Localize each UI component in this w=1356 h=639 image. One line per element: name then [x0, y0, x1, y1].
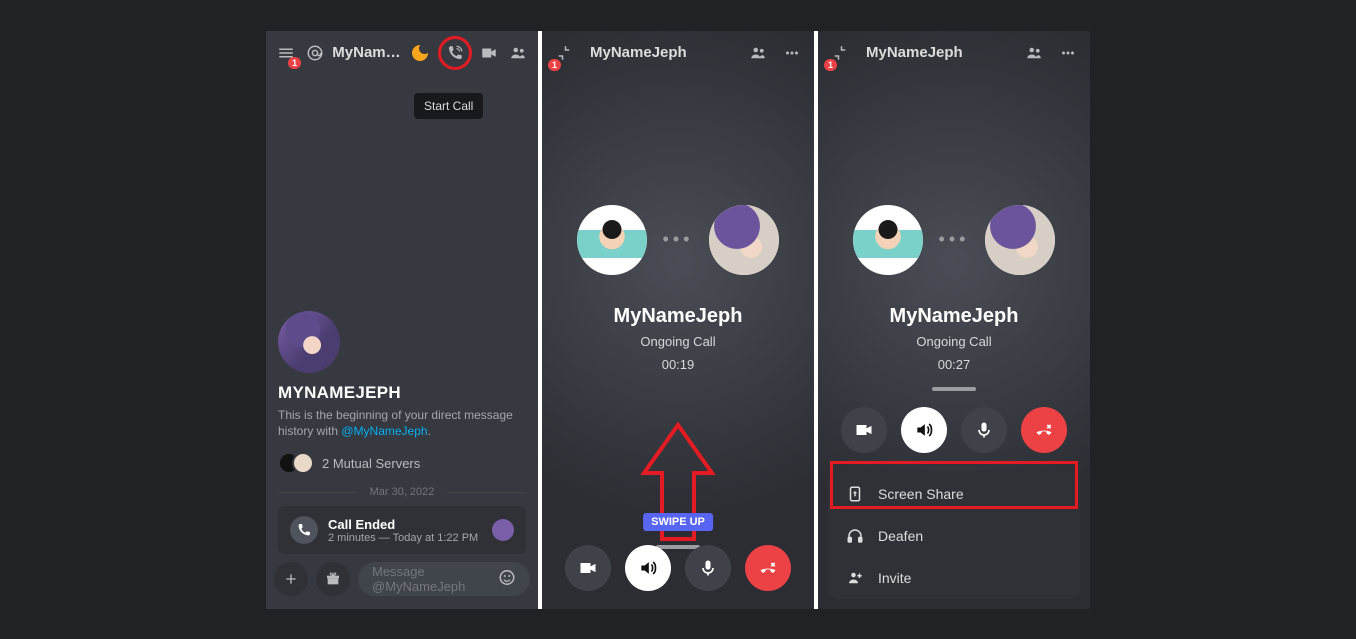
participant-avatar [577, 205, 647, 275]
gift-button[interactable] [316, 562, 350, 596]
participant-avatar [853, 205, 923, 275]
call-avatars: ••• [818, 205, 1090, 275]
headphones-icon [846, 527, 864, 545]
deafen-label: Deafen [878, 528, 923, 544]
start-call-tooltip: Start Call [414, 93, 483, 119]
screen-share-row[interactable]: Screen Share [828, 473, 1080, 515]
speaker-button[interactable] [625, 545, 671, 591]
dm-body: MYNAMEJEPH This is the beginning of your… [278, 311, 526, 551]
minimize-button[interactable]: 1 [550, 39, 578, 67]
end-call-button[interactable] [1021, 407, 1067, 453]
end-call-button[interactable] [745, 545, 791, 591]
members-button[interactable] [1020, 39, 1048, 67]
phone-icon [290, 516, 318, 544]
invite-icon [846, 569, 864, 587]
call-title: MyNameJeph [866, 44, 963, 61]
swipe-up-label: SWIPE UP [643, 513, 713, 531]
username-heading: MYNAMEJEPH [278, 383, 526, 403]
call-ended-sub: 2 minutes — Today at 1:22 PM [328, 532, 478, 544]
user-mention[interactable]: @MyNameJeph [341, 424, 427, 438]
screen-share-label: Screen Share [878, 486, 964, 502]
caller-avatar-small [492, 519, 514, 541]
call-status: Ongoing Call [818, 334, 1090, 349]
call-duration: 00:27 [818, 357, 1090, 372]
call-status: Ongoing Call [542, 334, 814, 349]
server-avatar-stack [278, 452, 314, 474]
channel-title: MyNameJ… [332, 44, 402, 61]
call-avatars: ••• [542, 205, 814, 275]
camera-button[interactable] [841, 407, 887, 453]
speaker-button[interactable] [901, 407, 947, 453]
deafen-row[interactable]: Deafen [828, 515, 1080, 557]
minimize-button[interactable]: 1 [826, 39, 854, 67]
call-panel: 1 MyNameJeph ••• MyNameJeph Ongoing Call… [542, 31, 814, 609]
menu-button[interactable]: 1 [274, 39, 297, 67]
more-button[interactable] [778, 39, 806, 67]
call-ended-title: Call Ended [328, 517, 478, 532]
call-peer-name: MyNameJeph [542, 305, 814, 328]
call-duration: 00:19 [542, 357, 814, 372]
members-button[interactable] [744, 39, 772, 67]
notification-badge: 1 [548, 59, 561, 71]
video-call-button[interactable] [478, 39, 501, 67]
call-panel-sheet: 1 MyNameJeph ••• MyNameJeph Ongoing Call… [818, 31, 1090, 609]
attach-button[interactable] [274, 562, 308, 596]
topbar: 1 MyNameJ… [266, 31, 538, 75]
invite-label: Invite [878, 570, 911, 586]
grab-handle[interactable] [932, 387, 976, 391]
call-controls [818, 407, 1090, 453]
call-controls [542, 545, 814, 591]
notification-badge: 1 [288, 57, 301, 69]
participant-avatar [985, 205, 1055, 275]
status-idle-icon [409, 39, 432, 67]
call-ended-card[interactable]: Call Ended 2 minutes — Today at 1:22 PM [278, 506, 526, 554]
at-icon [303, 39, 326, 67]
topbar: 1 MyNameJeph [542, 31, 814, 75]
invite-row[interactable]: Invite [828, 557, 1080, 599]
start-call-highlight [438, 36, 472, 70]
more-button[interactable] [1054, 39, 1082, 67]
mic-button[interactable] [961, 407, 1007, 453]
connecting-dots-icon: ••• [939, 229, 970, 250]
notification-badge: 1 [824, 59, 837, 71]
history-suffix: . [428, 424, 431, 438]
connecting-dots-icon: ••• [663, 229, 694, 250]
camera-button[interactable] [565, 545, 611, 591]
message-composer: Message @MyNameJeph [274, 559, 530, 599]
topbar: 1 MyNameJeph [818, 31, 1090, 75]
action-sheet: Screen Share Deafen Invite [828, 471, 1080, 599]
emoji-button[interactable] [498, 568, 516, 589]
message-input[interactable]: Message @MyNameJeph [358, 562, 530, 596]
start-call-button[interactable] [441, 39, 469, 67]
mutual-servers-label: 2 Mutual Servers [322, 456, 420, 471]
screen-share-icon [846, 485, 864, 503]
mic-button[interactable] [685, 545, 731, 591]
participant-avatar [709, 205, 779, 275]
server-avatar [292, 452, 314, 474]
dm-history-text: This is the beginning of your direct mes… [278, 407, 526, 441]
mutual-servers-row[interactable]: 2 Mutual Servers [278, 452, 526, 474]
dm-panel: 1 MyNameJ… Start Call MYNAMEJEPH [266, 31, 538, 609]
user-avatar-large [278, 311, 340, 373]
date-divider: Mar 30, 2022 [278, 486, 526, 498]
call-title: MyNameJeph [590, 44, 687, 61]
call-peer-name: MyNameJeph [818, 305, 1090, 328]
members-button[interactable] [507, 39, 530, 67]
message-placeholder: Message @MyNameJeph [372, 564, 516, 594]
